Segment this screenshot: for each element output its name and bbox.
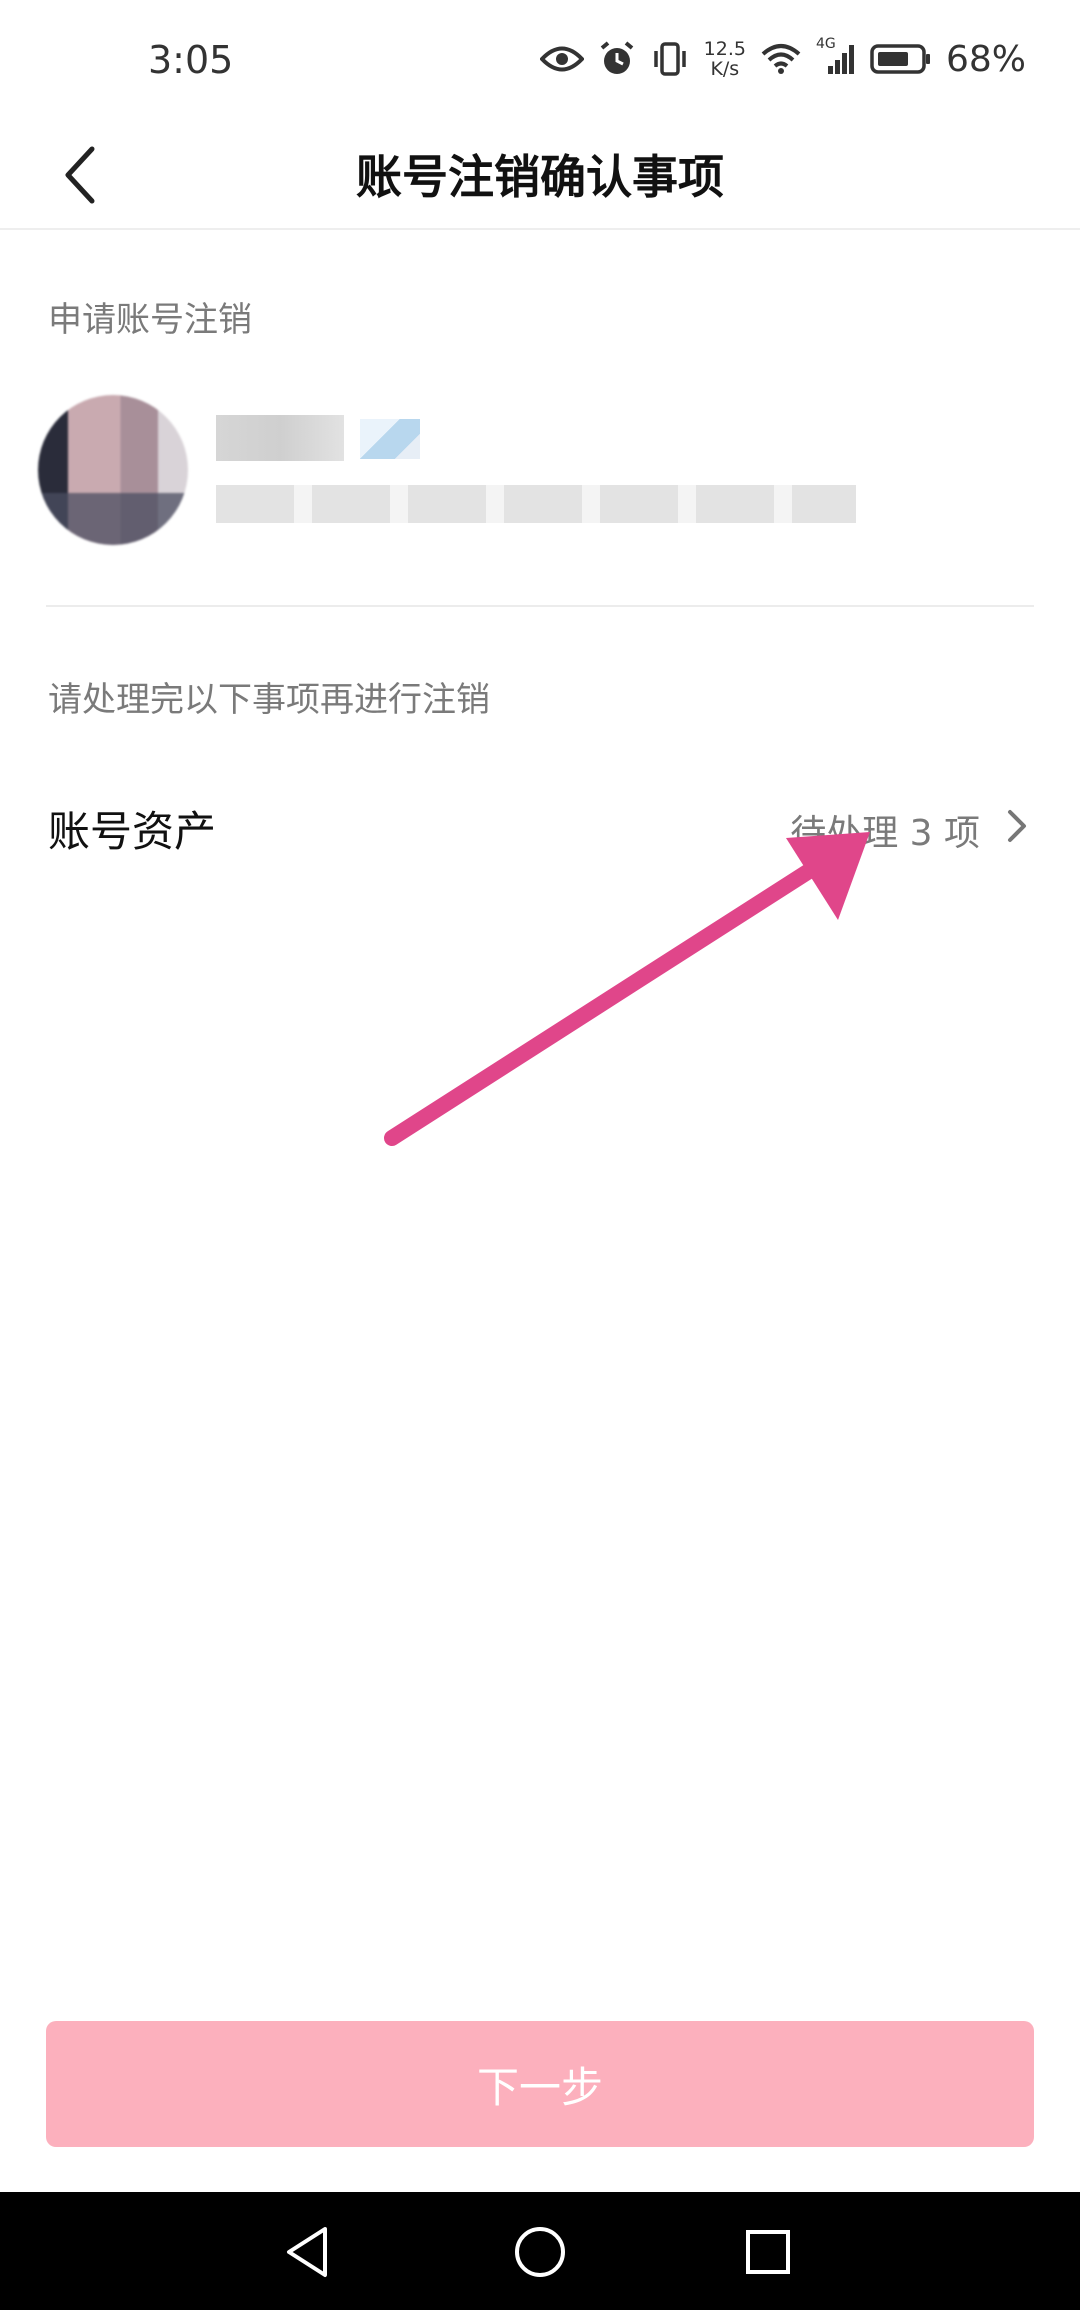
- profile-row: [30, 385, 1050, 555]
- net-speed-unit: K/s: [710, 58, 740, 80]
- signal-icon: 4G: [816, 36, 856, 76]
- home-circle-icon: [512, 2224, 568, 2284]
- account-assets-label: 账号资产: [48, 807, 217, 856]
- page: 3:05 12.5 K/s 4G 68% 账号注销确认事项 申请账号注销 请处理…: [0, 0, 1080, 2310]
- header: 账号注销确认事项: [0, 126, 1080, 230]
- eye-icon: [539, 44, 584, 74]
- next-button[interactable]: 下一步: [46, 2021, 1034, 2147]
- nav-home-button[interactable]: [500, 2214, 580, 2294]
- vibrate-icon: [650, 41, 690, 77]
- net-speed-value: 12.5: [703, 38, 746, 60]
- battery-percent: 68%: [945, 38, 1026, 80]
- recents-square-icon: [743, 2227, 793, 2281]
- alarm-icon: [598, 40, 636, 78]
- nav-bar: [0, 2192, 1080, 2310]
- back-triangle-icon: [283, 2225, 333, 2283]
- nav-recents-button[interactable]: [728, 2214, 808, 2294]
- net-speed: 12.5 K/s: [704, 39, 746, 79]
- divider: [46, 605, 1034, 607]
- apply-section-label: 申请账号注销: [48, 300, 252, 340]
- pending-section-label: 请处理完以下事项再进行注销: [48, 680, 490, 720]
- account-info-blurred: [216, 485, 856, 523]
- network-type: 4G: [815, 36, 836, 52]
- status-time: 3:05: [148, 38, 234, 82]
- wifi-icon: [760, 42, 802, 76]
- status-icons: 12.5 K/s 4G 68%: [539, 34, 1026, 84]
- username-blurred: [216, 415, 344, 461]
- chevron-right-icon: [1004, 808, 1030, 848]
- battery-icon: [870, 43, 932, 75]
- verified-badge-blurred: [360, 419, 420, 459]
- status-bar: 3:05 12.5 K/s 4G 68%: [0, 0, 1080, 126]
- nav-back-button[interactable]: [268, 2214, 348, 2294]
- annotation-arrow-icon: [380, 820, 900, 1164]
- page-title: 账号注销确认事项: [356, 150, 724, 204]
- avatar: [38, 395, 188, 545]
